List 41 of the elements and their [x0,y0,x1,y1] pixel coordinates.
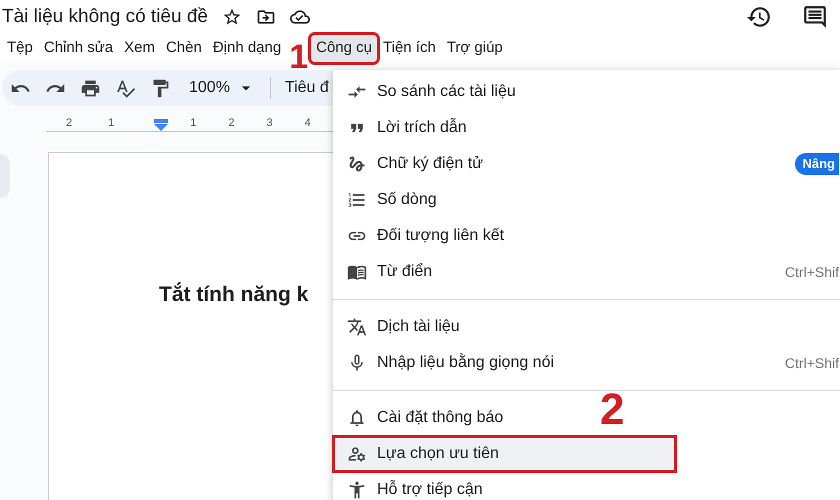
document-heading[interactable]: Tắt tính năng k [159,283,308,306]
menu-bar-item[interactable]: Định dạng [208,35,286,62]
menu-bar-item[interactable]: Chèn [160,35,207,62]
upgrade-badge[interactable]: Nâng [794,153,839,175]
step-number: 2 [600,388,624,432]
menu-bar-item[interactable]: Tệp [2,35,38,62]
shortcut-text: Ctrl+Shif [784,262,839,282]
translate-icon [347,317,367,337]
tools-menu-item[interactable]: Dịch tài liệu [333,309,476,345]
step-number: 1 [289,40,308,74]
tools-menu-item[interactable]: Chữ ký điện tử Nâng [333,146,840,182]
signature-icon [347,154,367,174]
tools-menu-item[interactable]: Nhập liệu bằng giọng nói Ctrl+Shif [333,345,840,381]
menu-bar-item[interactable]: Xem [119,35,160,62]
tools-menu-item[interactable]: Cài đặt thông báo [333,400,520,436]
spellcheck-icon[interactable] [115,78,136,98]
star-icon[interactable] [222,7,242,27]
tools-menu-item[interactable]: Từ điển Ctrl+Shif [333,254,840,290]
tools-menu-item[interactable]: So sánh các tài liệu [333,74,532,110]
ruler-number: 2 [66,118,72,131]
print-icon[interactable] [80,78,101,98]
tools-menu-item[interactable]: Lựa chọn ưu tiên [333,436,676,472]
tools-menu-item[interactable]: Số dòng [333,182,453,218]
zoom-select[interactable]: 100% [189,76,230,100]
shortcut-text: Ctrl+Shif [784,354,839,372]
menu-bar-item[interactable]: Công cụ [311,35,377,62]
ruler-number: 1 [190,118,196,131]
indent-marker-icon[interactable] [154,119,168,131]
tools-menu-item[interactable]: Đối tượng liên kết [333,218,520,254]
ruler-number: 2 [228,118,234,131]
accessibility-icon [347,480,367,500]
ruler-number: 4 [304,118,311,131]
menu-bar-item[interactable]: Chỉnh sửa [38,35,118,62]
style-select[interactable]: Tiêu đ [284,76,329,100]
menu-bar-item[interactable]: Tiện ích [378,35,441,62]
tools-menu-item[interactable]: Lời trích dẫn [333,110,483,146]
ruler-number: 3 [266,118,273,131]
ruler-number: 1 [108,118,114,131]
menu-bar-item[interactable]: Trợ giúp [442,35,508,62]
comment-icon[interactable] [802,4,828,30]
tools-menu-item[interactable]: Hỗ trợ tiếp cận [333,472,499,500]
